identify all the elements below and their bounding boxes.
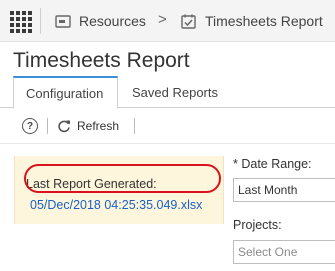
projects-select[interactable]: Select One <box>233 240 335 264</box>
breadcrumb-resources-label: Resources <box>79 13 146 29</box>
tab-bar: Configuration Saved Reports <box>0 76 335 109</box>
last-report-link[interactable]: 05/Dec/2018 04:25:35.049.xlsx <box>30 198 202 212</box>
calendar-check-icon <box>181 14 196 29</box>
page-title: Timesheets Report <box>13 49 190 72</box>
projects-label: Projects: <box>233 218 282 232</box>
apps-grid-icon[interactable] <box>10 11 32 33</box>
breadcrumb-timesheets[interactable]: Timesheets Report <box>181 12 323 30</box>
refresh-icon <box>58 120 70 133</box>
projects-placeholder: Select One <box>238 245 298 259</box>
breadcrumb-timesheets-label: Timesheets Report <box>205 13 323 29</box>
date-range-value: Last Month <box>238 183 298 197</box>
last-report-label: Last Report Generated: <box>26 177 157 191</box>
date-range-label: * Date Range: <box>233 157 312 171</box>
toolbar-divider <box>134 118 135 134</box>
refresh-button[interactable]: Refresh <box>57 117 119 135</box>
last-report-panel: Last Report Generated: 05/Dec/2018 04:25… <box>14 156 224 224</box>
toolbar-divider <box>47 118 48 134</box>
toolbar: ? Refresh <box>0 108 335 144</box>
top-nav-bar: Resources > Timesheets Report <box>0 0 335 42</box>
tab-configuration[interactable]: Configuration <box>13 76 118 109</box>
refresh-label: Refresh <box>77 119 120 133</box>
help-icon-glyph: ? <box>26 120 34 132</box>
nav-divider <box>40 8 41 34</box>
folder-icon <box>55 14 71 28</box>
date-range-select[interactable]: Last Month <box>233 178 335 202</box>
breadcrumb-separator: > <box>158 11 167 28</box>
help-icon[interactable]: ? <box>22 118 38 134</box>
breadcrumb-resources[interactable]: Resources <box>55 12 146 30</box>
tab-saved-reports[interactable]: Saved Reports <box>132 76 218 108</box>
